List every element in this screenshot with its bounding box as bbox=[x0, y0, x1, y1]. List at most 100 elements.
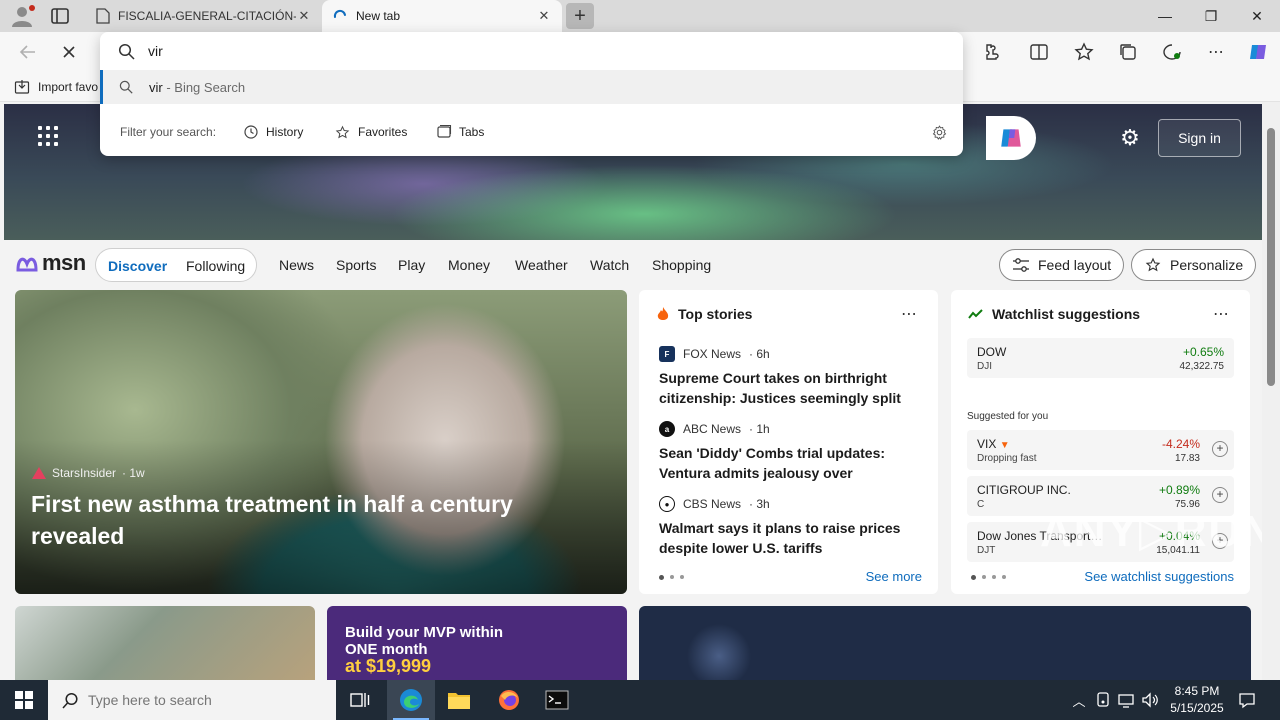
page-scrollbar[interactable] bbox=[1262, 102, 1280, 680]
blueberries-story-card[interactable] bbox=[639, 606, 1251, 680]
add-to-watchlist-icon[interactable]: + bbox=[1212, 441, 1228, 457]
feed-segment-control: Discover Following bbox=[95, 248, 257, 282]
document-icon bbox=[96, 8, 110, 24]
bing-search-suggestion[interactable]: vir - Bing Search bbox=[100, 70, 963, 104]
watchlist-pager[interactable] bbox=[971, 575, 1006, 580]
ticker-change: -4.24% bbox=[1161, 437, 1200, 451]
taskbar-terminal-button[interactable] bbox=[533, 680, 581, 720]
address-input[interactable] bbox=[148, 41, 848, 61]
notifications-icon[interactable] bbox=[1238, 691, 1256, 709]
system-clock[interactable]: 8:45 PM 5/15/2025 bbox=[1162, 683, 1232, 717]
story-card-image[interactable] bbox=[15, 606, 315, 680]
more-options-icon[interactable]: ⋯ bbox=[1204, 40, 1228, 64]
nav-watch[interactable]: Watch bbox=[590, 257, 629, 273]
story-item[interactable]: ● CBS News · 3h Walmart says it plans to… bbox=[659, 496, 921, 558]
nav-sports[interactable]: Sports bbox=[336, 257, 376, 273]
segment-discover[interactable]: Discover bbox=[108, 258, 167, 274]
stories-pager[interactable] bbox=[659, 575, 684, 580]
page-settings-gear-icon[interactable]: ⚙ bbox=[1117, 125, 1143, 151]
ticker-row-dow[interactable]: DOW DJI +0.65% 42,322.75 bbox=[967, 338, 1234, 378]
minimize-button[interactable]: — bbox=[1142, 0, 1188, 32]
story-title: Supreme Court takes on birthright citize… bbox=[659, 370, 901, 406]
volume-icon[interactable] bbox=[1141, 691, 1159, 709]
network-icon[interactable] bbox=[1117, 691, 1135, 709]
ticker-name: DOW bbox=[977, 345, 1007, 359]
apps-launcher-icon[interactable] bbox=[38, 126, 58, 146]
tray-overflow-chevron-icon[interactable]: ︿ bbox=[1070, 691, 1088, 709]
import-favorites-button[interactable]: Import favo bbox=[14, 79, 98, 95]
copilot-search-button[interactable] bbox=[986, 116, 1036, 160]
folder-icon bbox=[448, 693, 470, 709]
scrollbar-thumb[interactable] bbox=[1267, 128, 1275, 386]
split-screen-icon[interactable] bbox=[1027, 40, 1051, 64]
ad-card[interactable]: Build your MVP within ONE month at $19,9… bbox=[327, 606, 627, 680]
filter-tabs-chip[interactable]: Tabs bbox=[436, 124, 484, 140]
nav-shopping[interactable]: Shopping bbox=[652, 257, 711, 273]
feed-layout-label: Feed layout bbox=[1038, 257, 1112, 273]
ticker-row-vix[interactable]: VIX ▼ Dropping fast -4.24% 17.83 + bbox=[967, 430, 1234, 470]
taskbar-file-explorer-button[interactable] bbox=[435, 680, 483, 720]
nav-news[interactable]: News bbox=[279, 257, 314, 273]
close-tab-icon[interactable]: ✕ bbox=[536, 8, 552, 24]
filter-tabs-label: Tabs bbox=[459, 125, 485, 139]
top-stories-more-icon[interactable]: ⋯ bbox=[901, 304, 918, 324]
story-age: · 1h bbox=[749, 422, 770, 436]
restore-button[interactable]: ❐ bbox=[1188, 0, 1234, 32]
ticker-name: VIX ▼ bbox=[977, 437, 1010, 451]
stop-loading-icon[interactable] bbox=[57, 40, 81, 64]
tab-new-tab[interactable]: New tab ✕ bbox=[322, 0, 562, 32]
copilot-icon[interactable] bbox=[1246, 40, 1270, 64]
filter-history-chip[interactable]: History bbox=[243, 124, 303, 140]
favorites-star-icon[interactable] bbox=[1072, 40, 1096, 64]
see-more-link[interactable]: See more bbox=[866, 569, 922, 584]
suggestion-text: vir - Bing Search bbox=[149, 80, 245, 95]
nav-play[interactable]: Play bbox=[398, 257, 425, 273]
task-view-button[interactable] bbox=[336, 680, 384, 720]
sign-in-button[interactable]: Sign in bbox=[1158, 119, 1241, 157]
ad-line-3: at $19,999 bbox=[345, 656, 432, 676]
search-settings-gear-icon[interactable] bbox=[931, 124, 948, 141]
taskbar-search-input[interactable] bbox=[88, 691, 318, 709]
segment-following[interactable]: Following bbox=[186, 258, 245, 274]
flame-icon bbox=[657, 307, 669, 320]
personalize-button[interactable]: Personalize bbox=[1131, 249, 1257, 281]
taskbar-firefox-button[interactable] bbox=[485, 680, 533, 720]
story-source-name: ABC News bbox=[683, 422, 742, 436]
nav-money[interactable]: Money bbox=[448, 257, 490, 273]
stock-chart-icon bbox=[968, 309, 983, 319]
tab-fiscalia[interactable]: FISCALIA-GENERAL-CITACIÓN-P ✕ bbox=[86, 0, 322, 32]
story-item[interactable]: F FOX News · 6h Supreme Court takes on b… bbox=[659, 346, 921, 408]
add-to-watchlist-icon[interactable]: + bbox=[1212, 487, 1228, 503]
source-age: · 1w bbox=[122, 466, 145, 480]
new-tab-button[interactable]: + bbox=[566, 3, 594, 29]
tab-actions-icon[interactable] bbox=[50, 7, 70, 25]
hero-story-card[interactable]: StarsInsider · 1w First new asthma treat… bbox=[15, 290, 627, 594]
close-window-button[interactable]: ✕ bbox=[1234, 0, 1280, 32]
hero-story-title: First new asthma treatment in half a cen… bbox=[31, 491, 513, 549]
start-button[interactable] bbox=[0, 680, 48, 720]
extensions-icon[interactable] bbox=[979, 40, 1003, 64]
feed-layout-button[interactable]: Feed layout bbox=[999, 249, 1125, 281]
back-arrow-icon[interactable] bbox=[16, 40, 40, 64]
tabs-icon bbox=[437, 124, 452, 138]
msn-logo[interactable]: msn bbox=[16, 250, 86, 276]
collections-icon[interactable] bbox=[1116, 40, 1140, 64]
close-tab-icon[interactable]: ✕ bbox=[296, 8, 312, 24]
ticker-price: 17.83 bbox=[1174, 453, 1200, 464]
tray-device-icon[interactable] bbox=[1094, 691, 1112, 709]
filter-favorites-chip[interactable]: Favorites bbox=[334, 124, 407, 141]
browser-tab-bar: FISCALIA-GENERAL-CITACIÓN-P ✕ New tab ✕ … bbox=[0, 0, 1280, 32]
personalize-sparkle-icon bbox=[1145, 257, 1161, 272]
taskbar-edge-button[interactable] bbox=[387, 680, 435, 720]
clock-time: 8:45 PM bbox=[1174, 684, 1220, 698]
nav-weather[interactable]: Weather bbox=[515, 257, 568, 273]
story-source: F FOX News · 6h bbox=[659, 346, 921, 362]
story-source: ● CBS News · 3h bbox=[659, 496, 921, 512]
browser-essentials-icon[interactable] bbox=[1160, 40, 1184, 64]
import-icon bbox=[14, 80, 30, 94]
taskbar-search-box[interactable] bbox=[48, 680, 336, 720]
trend-down-icon: ▼ bbox=[999, 440, 1010, 451]
see-watchlist-suggestions-link[interactable]: See watchlist suggestions bbox=[1084, 569, 1234, 584]
story-item[interactable]: a ABC News · 1h Sean 'Diddy' Combs trial… bbox=[659, 421, 921, 483]
watchlist-more-icon[interactable]: ⋯ bbox=[1213, 304, 1230, 324]
